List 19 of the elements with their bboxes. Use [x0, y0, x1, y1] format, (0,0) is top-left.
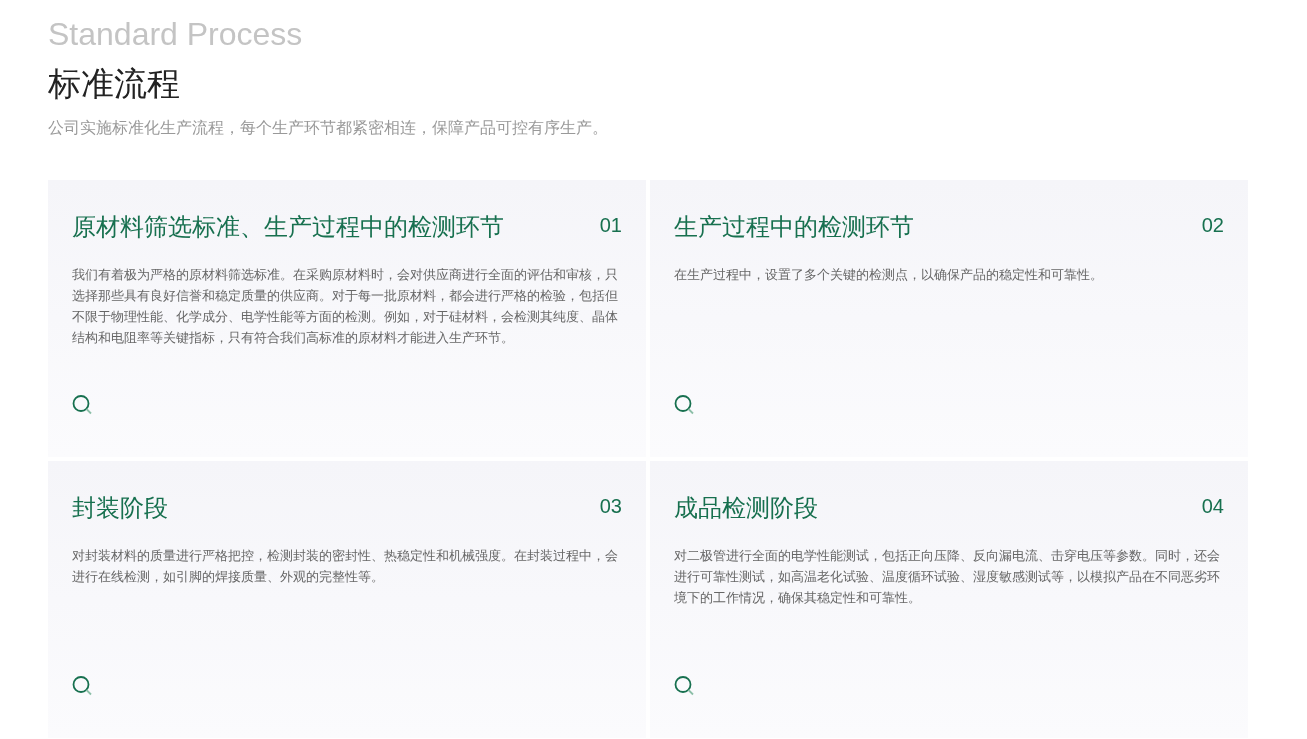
card-description: 在生产过程中，设置了多个关键的检测点，以确保产品的稳定性和可靠性。 — [674, 266, 1104, 284]
search-icon[interactable] — [674, 395, 696, 415]
search-icon[interactable] — [674, 676, 696, 696]
english-subtitle: Standard Process — [48, 15, 304, 54]
search-icon[interactable] — [72, 676, 94, 696]
card-number: 03 — [599, 494, 622, 519]
card-title: 原材料筛选标准、生产过程中的检测环节 — [72, 212, 504, 242]
section-title: 标准流程 — [48, 64, 181, 104]
card-number: 01 — [599, 213, 622, 238]
card-title: 成品检测阶段 — [674, 493, 818, 523]
card-title: 生产过程中的检测环节 — [674, 212, 914, 242]
search-icon[interactable] — [72, 395, 94, 415]
card-title: 封装阶段 — [72, 493, 168, 523]
card-description: 对封装材料的质量进行严格把控，检测封装的密封性、热稳定性和机械强度。在封装过程中，会进行在线检测，如引脚的焊接质量、外观的完整性等。 — [72, 547, 619, 586]
card-description: 我们有着极为严格的原材料筛选标准。在采购原材料时，会对供应商进行全面的评估和审核，只选择那些具有良好信誉和稳定质量的供应商。对于每一批原材料，都会进行严格的检验，包括但不限于物理性能、化学成分、电学性能等方面的检测。例如，对于硅材料，会检测其纯度、晶体结构和电阻率等关键指标，只有符合我们高标准的原材料才能进入生产环节。 — [72, 266, 619, 347]
intro-text: 公司实施标准化生产流程，每个生产环节都紧密相连，保障产品可控有序生产。 — [48, 118, 609, 138]
card-description: 对二极管进行全面的电学性能测试，包括正向压降、反向漏电流、击穿电压等参数。同时，还会进行可靠性测试，如高温老化试验、温度循环试验、湿度敏感测试等，以模拟产品在不同恶劣环境下的工作情况，确保其稳定性和可靠性。 — [674, 547, 1221, 607]
card-number: 02 — [1201, 213, 1224, 238]
card-number: 04 — [1201, 494, 1224, 519]
